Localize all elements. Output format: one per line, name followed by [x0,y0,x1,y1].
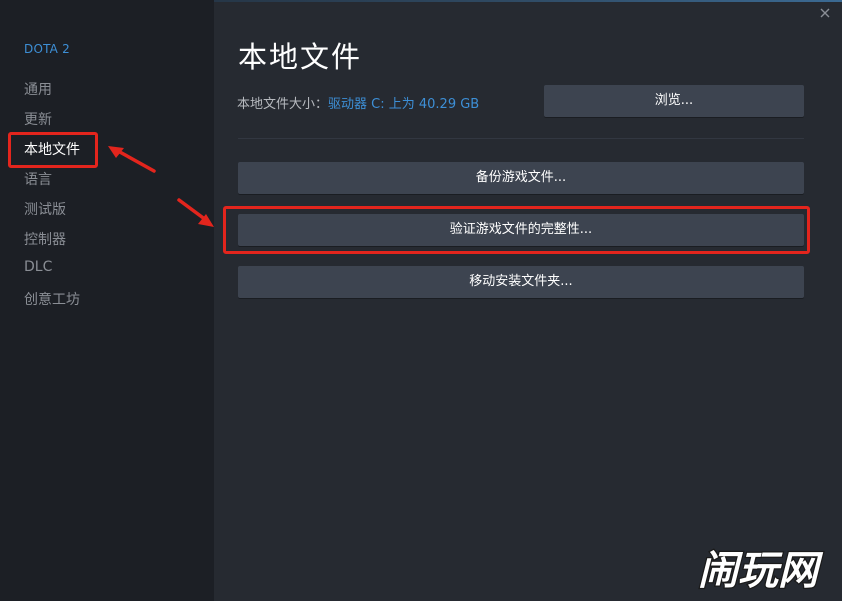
local-file-size-label: 本地文件大小： [237,97,329,112]
sidebar: DOTA 2 通用 更新 本地文件 语言 测试版 控制器 DLC 创意工坊 [0,0,214,601]
browse-button[interactable]: 浏览... [544,85,804,117]
sidebar-item-workshop[interactable]: 创意工坊 [24,289,80,309]
game-title: DOTA 2 [24,42,70,56]
properties-window: DOTA 2 通用 更新 本地文件 语言 测试版 控制器 DLC 创意工坊 本地… [0,0,842,601]
main-content: 本地文件 本地文件大小：驱动器 C: 上为 40.29 GB 浏览... 备份游… [214,0,842,601]
local-file-size-value: 驱动器 C: 上为 40.29 GB [328,97,480,112]
backup-game-files-button[interactable]: 备份游戏文件... [238,162,804,194]
sidebar-item-updates[interactable]: 更新 [24,109,52,129]
move-install-folder-button[interactable]: 移动安装文件夹... [238,266,804,298]
sidebar-item-local-files[interactable]: 本地文件 [24,139,80,159]
sidebar-item-dlc[interactable]: DLC [24,259,52,275]
verify-integrity-button[interactable]: 验证游戏文件的完整性... [238,214,804,246]
sidebar-item-language[interactable]: 语言 [24,169,52,189]
local-file-size-row: 本地文件大小：驱动器 C: 上为 40.29 GB [237,93,479,112]
section-divider [238,138,804,139]
sidebar-item-general[interactable]: 通用 [24,79,52,99]
close-icon[interactable] [818,6,832,20]
sidebar-item-betas[interactable]: 测试版 [24,199,66,219]
page-title: 本地文件 [238,40,363,74]
sidebar-item-controller[interactable]: 控制器 [24,229,66,249]
